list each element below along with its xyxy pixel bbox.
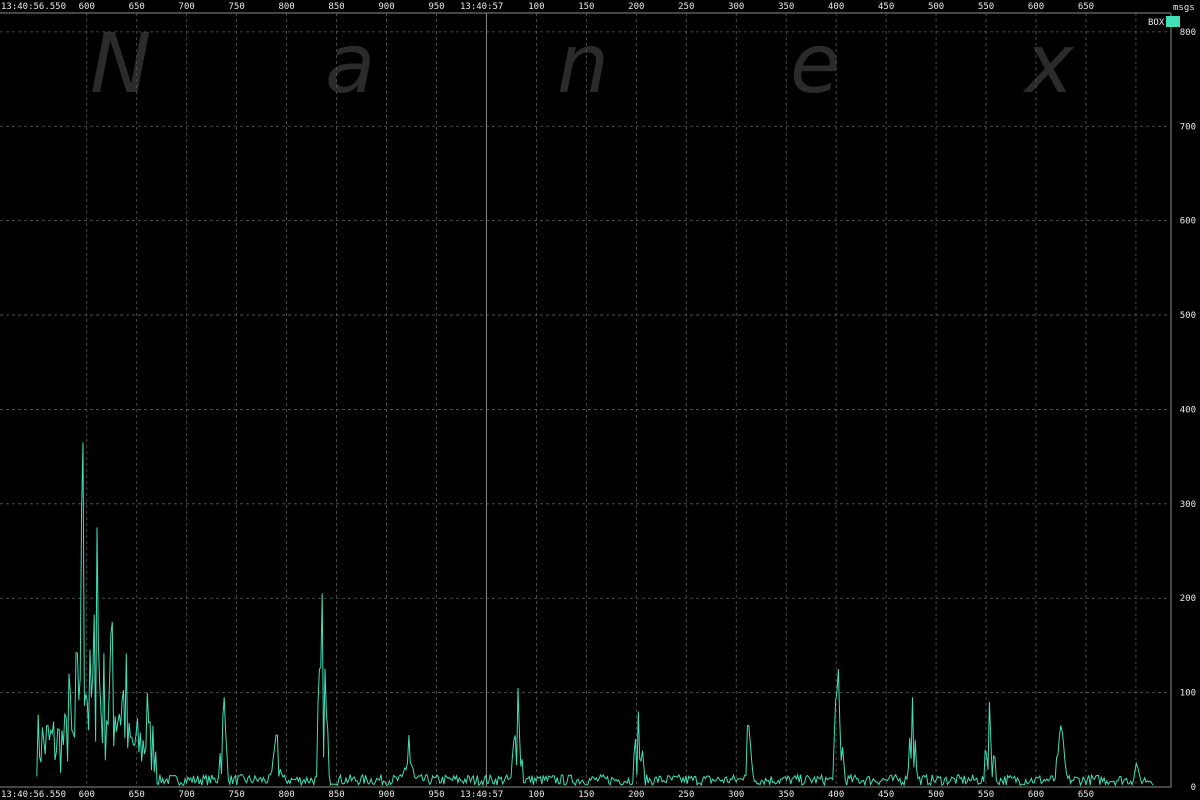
x-tick-label-top: 950 [428, 2, 444, 12]
x-tick-label-bottom: 600 [79, 790, 95, 800]
y-tick-label: 200 [1180, 594, 1196, 604]
x-tick-label-bottom: 150 [578, 790, 594, 800]
x-tick-label-bottom: 450 [878, 790, 894, 800]
x-tick-label-top: 850 [328, 2, 344, 12]
x-tick-label-top: 250 [678, 2, 694, 12]
x-tick-label-top: 800 [278, 2, 294, 12]
x-start-label-top: 13:40:56.550 [1, 2, 66, 12]
x-tick-label-top: 500 [928, 2, 944, 12]
x-tick-label-top: 600 [1028, 2, 1044, 12]
x-tick-label-top: 350 [778, 2, 794, 12]
legend-label: BOX [1148, 18, 1165, 28]
x-tick-label-top: 200 [628, 2, 644, 12]
x-tick-label-top: 150 [578, 2, 594, 12]
x-tick-label-top: 700 [179, 2, 195, 12]
x-tick-label-top: 550 [978, 2, 994, 12]
x-tick-label-top: 650 [1078, 2, 1094, 12]
x-second-label-bottom: 13:40:57 [460, 790, 503, 800]
chart-background [0, 0, 1200, 800]
x-tick-label-bottom: 350 [778, 790, 794, 800]
x-tick-label-top: 600 [79, 2, 95, 12]
x-tick-label-bottom: 300 [728, 790, 744, 800]
x-tick-label-bottom: 900 [378, 790, 394, 800]
x-second-label-top: 13:40:57 [460, 2, 503, 12]
x-tick-label-bottom: 400 [828, 790, 844, 800]
y-tick-label: 700 [1180, 122, 1196, 132]
y-tick-label: 0 [1191, 783, 1196, 793]
x-tick-label-bottom: 500 [928, 790, 944, 800]
x-tick-label-bottom: 600 [1028, 790, 1044, 800]
x-start-label-bottom: 13:40:56.550 [1, 790, 66, 800]
watermark-letter: N [90, 17, 151, 112]
x-tick-label-bottom: 750 [229, 790, 245, 800]
y-tick-label: 300 [1180, 500, 1196, 510]
x-tick-label-top: 750 [229, 2, 245, 12]
y-axis-label: msgs [1173, 3, 1195, 13]
legend: BOX [1148, 16, 1180, 28]
x-tick-label-bottom: 700 [179, 790, 195, 800]
x-tick-label-bottom: 650 [129, 790, 145, 800]
legend-swatch [1166, 16, 1180, 27]
x-tick-label-bottom: 100 [528, 790, 544, 800]
x-tick-label-bottom: 650 [1078, 790, 1094, 800]
x-tick-label-bottom: 950 [428, 790, 444, 800]
x-tick-label-bottom: 200 [628, 790, 644, 800]
y-tick-label: 100 [1180, 689, 1196, 699]
x-tick-label-top: 900 [378, 2, 394, 12]
x-tick-label-bottom: 800 [278, 790, 294, 800]
y-tick-label: 800 [1180, 28, 1196, 38]
x-tick-label-bottom: 850 [328, 790, 344, 800]
x-tick-label-bottom: 250 [678, 790, 694, 800]
x-tick-label-top: 650 [129, 2, 145, 12]
watermark-letter: x [1022, 17, 1075, 112]
watermark-letter: n [557, 17, 609, 112]
y-tick-label: 500 [1180, 311, 1196, 321]
x-tick-label-bottom: 550 [978, 790, 994, 800]
y-tick-label: 400 [1180, 405, 1196, 415]
chart: N a n e x 13:40:56.550 13:40:56.550 13:4… [0, 0, 1200, 800]
x-tick-label-top: 450 [878, 2, 894, 12]
watermark-letter: e [790, 17, 840, 112]
x-tick-label-top: 300 [728, 2, 744, 12]
y-tick-label: 600 [1180, 217, 1196, 227]
x-tick-label-top: 400 [828, 2, 844, 12]
x-tick-label-top: 100 [528, 2, 544, 12]
watermark-letter: a [325, 17, 375, 112]
